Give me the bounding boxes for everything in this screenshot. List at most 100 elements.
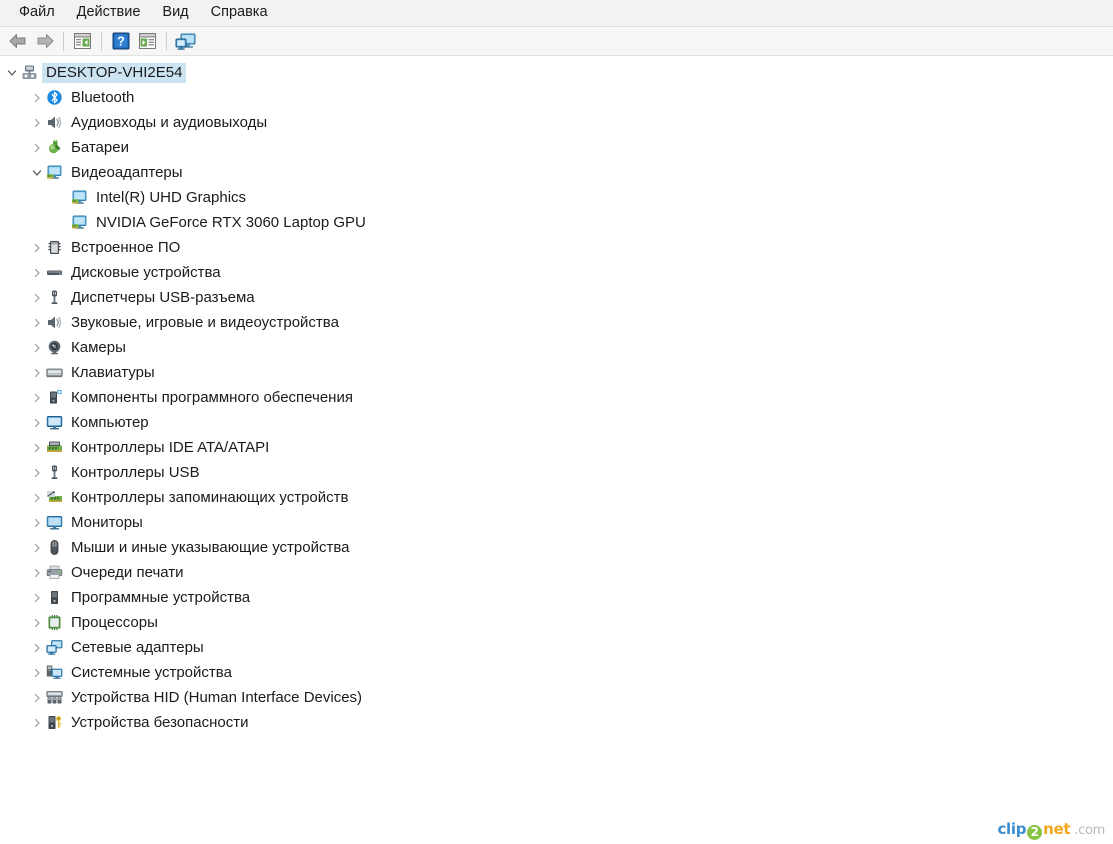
chevron-right-icon[interactable]: [29, 240, 45, 256]
chevron-right-icon[interactable]: [29, 665, 45, 681]
tree-node-audio-io[interactable]: Аудиовходы и аудиовыходы: [0, 110, 1113, 135]
chevron-right-icon[interactable]: [29, 290, 45, 306]
tree-node-cameras[interactable]: Камеры: [0, 335, 1113, 360]
display-adapter-icon: [45, 164, 63, 182]
tree-node-storage-controllers[interactable]: Контроллеры запоминающих устройств: [0, 485, 1113, 510]
chevron-down-icon[interactable]: [4, 65, 20, 81]
tree-node-label: Процессоры: [71, 613, 158, 631]
tree-node-network-adapters[interactable]: Сетевые адаптеры: [0, 635, 1113, 660]
tree-node-ide-controllers[interactable]: Контроллеры IDE ATA/ATAPI: [0, 435, 1113, 460]
scan-hardware-button[interactable]: [172, 29, 199, 54]
chevron-right-icon[interactable]: [29, 590, 45, 606]
menu-action[interactable]: Действие: [66, 2, 152, 24]
chevron-right-icon[interactable]: [29, 365, 45, 381]
tree-node-root[interactable]: DESKTOP-VHI2E54: [0, 60, 1113, 85]
show-details-button[interactable]: [134, 29, 161, 54]
tree-node-label: Диспетчеры USB-разъема: [71, 288, 255, 306]
display-adapter-icon: [70, 189, 88, 207]
tree-node-label: Мониторы: [71, 513, 143, 531]
chevron-right-icon[interactable]: [29, 115, 45, 131]
chevron-right-icon[interactable]: [29, 315, 45, 331]
tree-node-label: Контроллеры IDE ATA/ATAPI: [71, 438, 270, 456]
tree-node-processors[interactable]: Процессоры: [0, 610, 1113, 635]
software-device-icon: [45, 589, 63, 607]
chevron-right-icon[interactable]: [29, 640, 45, 656]
forward-button[interactable]: [31, 29, 58, 54]
chevron-down-icon[interactable]: [29, 165, 45, 181]
tree-node-label: Встроенное ПО: [71, 238, 181, 256]
keyboard-icon: [45, 364, 63, 382]
tree-node-label: Контроллеры USB: [71, 463, 200, 481]
chevron-right-icon[interactable]: [29, 340, 45, 356]
tree-node-label: Компоненты программного обеспечения: [71, 388, 353, 406]
tree-node-disk-drives[interactable]: Дисковые устройства: [0, 260, 1113, 285]
chevron-right-icon[interactable]: [29, 440, 45, 456]
mouse-icon: [45, 539, 63, 557]
tree-node-usb-controllers[interactable]: Контроллеры USB: [0, 460, 1113, 485]
network-adapter-icon: [45, 639, 63, 657]
tree-node-print-queues[interactable]: Очереди печати: [0, 560, 1113, 585]
tree-node-label: Аудиовходы и аудиовыходы: [71, 113, 268, 131]
chevron-right-icon[interactable]: [29, 390, 45, 406]
chevron-right-icon[interactable]: [29, 415, 45, 431]
chevron-right-icon[interactable]: [29, 90, 45, 106]
tree-node-label: Bluetooth: [71, 88, 135, 106]
properties-button[interactable]: [69, 29, 96, 54]
tree-node-system-devices[interactable]: Системные устройства: [0, 660, 1113, 685]
tree-node-software-components[interactable]: Компоненты программного обеспечения: [0, 385, 1113, 410]
chevron-right-icon[interactable]: [29, 540, 45, 556]
tree-node-root-label: DESKTOP-VHI2E54: [42, 62, 187, 83]
tree-node-firmware[interactable]: Встроенное ПО: [0, 235, 1113, 260]
menu-help[interactable]: Справка: [200, 2, 279, 24]
chevron-right-icon[interactable]: [29, 615, 45, 631]
tree-node-bluetooth[interactable]: Bluetooth: [0, 85, 1113, 110]
tree-node-label: Клавиатуры: [71, 363, 155, 381]
chevron-right-icon[interactable]: [29, 265, 45, 281]
tree-node-label: Устройства HID (Human Interface Devices): [71, 688, 363, 706]
toolbar: ?: [0, 27, 1113, 56]
chevron-right-icon[interactable]: [29, 690, 45, 706]
watermark-clip-text: clip: [997, 820, 1027, 838]
device-tree[interactable]: DESKTOP-VHI2E54 Bluetooth Аудиовходы и а…: [0, 56, 1113, 735]
watermark-com-text: .com: [1074, 823, 1105, 838]
tree-node-display-adapters[interactable]: Видеоадаптеры: [0, 160, 1113, 185]
tree-node-intel-uhd[interactable]: Intel(R) UHD Graphics: [0, 185, 1113, 210]
menu-file[interactable]: Файл: [8, 2, 66, 24]
chevron-right-icon[interactable]: [29, 140, 45, 156]
tree-node-label: Очереди печати: [71, 563, 184, 581]
tree-node-software-devices[interactable]: Программные устройства: [0, 585, 1113, 610]
watermark-two-badge: 2: [1027, 825, 1043, 840]
toolbar-separator-1: [63, 31, 64, 51]
tree-node-label: Системные устройства: [71, 663, 232, 681]
tree-node-computer[interactable]: Компьютер: [0, 410, 1113, 435]
tree-node-usb-connector-managers[interactable]: Диспетчеры USB-разъема: [0, 285, 1113, 310]
chevron-right-icon[interactable]: [29, 515, 45, 531]
properties-panel-icon: [74, 33, 91, 49]
firmware-icon: [45, 239, 63, 257]
tree-node-security-devices[interactable]: Устройства безопасности: [0, 710, 1113, 735]
tree-node-label: Батареи: [71, 138, 129, 156]
question-help-icon: ?: [112, 32, 129, 50]
tree-node-sound-video-game[interactable]: Звуковые, игровые и видеоустройства: [0, 310, 1113, 335]
chevron-right-icon[interactable]: [29, 565, 45, 581]
processor-icon: [45, 614, 63, 632]
tree-node-keyboards[interactable]: Клавиатуры: [0, 360, 1113, 385]
back-button[interactable]: [4, 29, 31, 54]
chevron-right-icon[interactable]: [29, 490, 45, 506]
arrow-right-icon: [37, 34, 53, 48]
bluetooth-icon: [45, 89, 63, 107]
tree-node-mice[interactable]: Мыши и иные указывающие устройства: [0, 535, 1113, 560]
tree-node-monitors[interactable]: Мониторы: [0, 510, 1113, 535]
battery-plug-icon: [45, 139, 63, 157]
tree-node-label: Видеоадаптеры: [71, 163, 183, 181]
chevron-right-icon[interactable]: [29, 715, 45, 731]
monitor-scan-icon: [175, 33, 195, 50]
tree-node-batteries[interactable]: Батареи: [0, 135, 1113, 160]
help-button[interactable]: ?: [107, 29, 134, 54]
menu-view[interactable]: Вид: [151, 2, 199, 24]
tree-node-label: NVIDIA GeForce RTX 3060 Laptop GPU: [96, 213, 366, 231]
tree-node-hid-devices[interactable]: Устройства HID (Human Interface Devices): [0, 685, 1113, 710]
tree-node-nvidia-rtx3060[interactable]: NVIDIA GeForce RTX 3060 Laptop GPU: [0, 210, 1113, 235]
chevron-right-icon[interactable]: [29, 465, 45, 481]
system-devices-icon: [45, 664, 63, 682]
